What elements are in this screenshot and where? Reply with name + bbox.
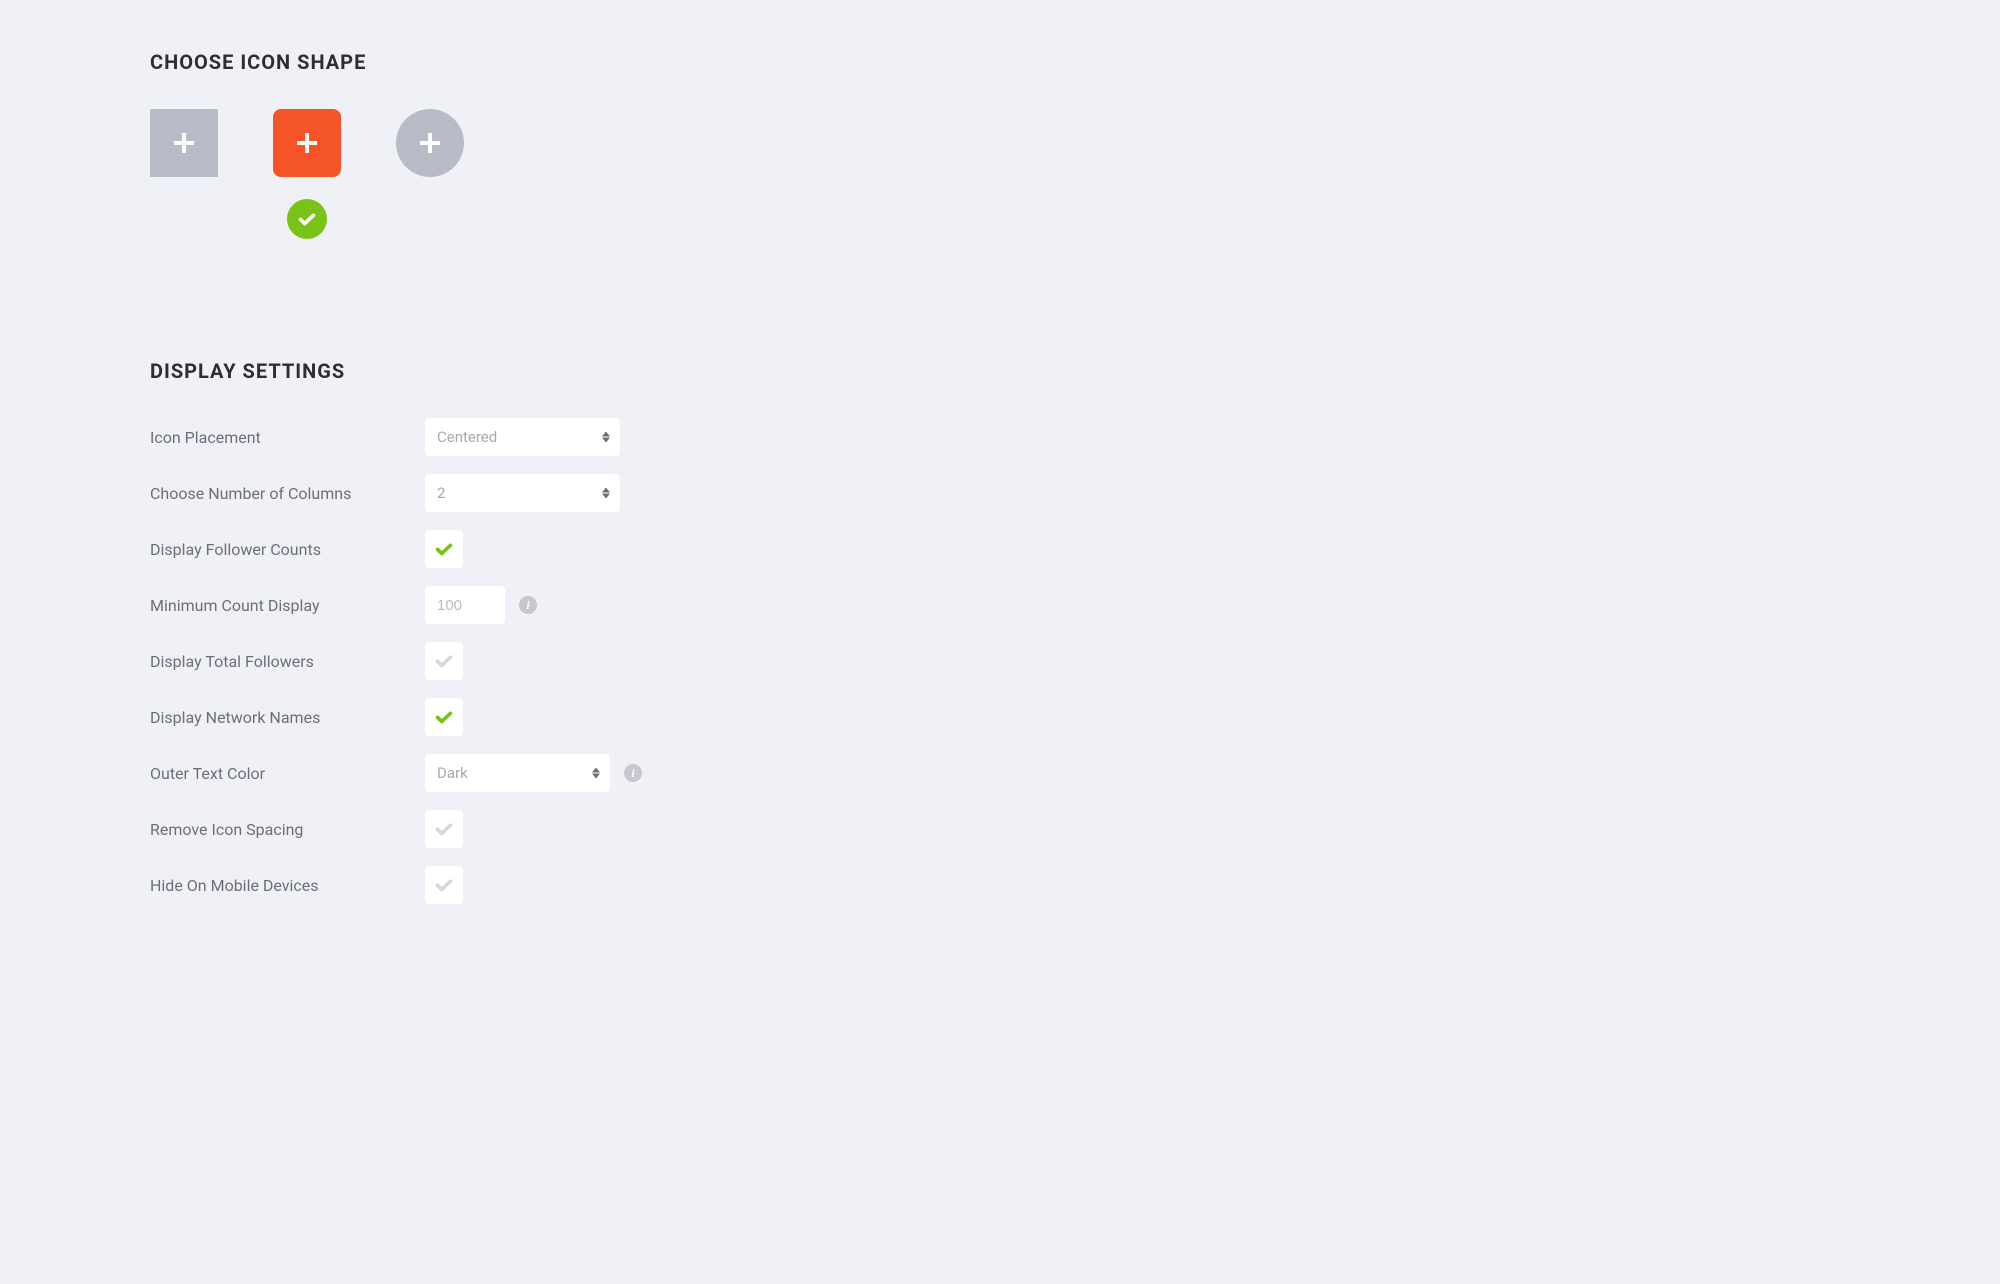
shape-option-square[interactable] — [150, 109, 218, 177]
input-min-count[interactable] — [425, 586, 505, 624]
row-min-count: Minimum Count Display i — [150, 586, 1850, 624]
select-icon-placement[interactable]: Centered — [425, 418, 620, 456]
label-outer-text-color: Outer Text Color — [150, 764, 425, 783]
chevron-up-down-icon — [602, 488, 610, 499]
row-outer-text-color: Outer Text Color Dark i — [150, 754, 1850, 792]
row-total-followers: Display Total Followers — [150, 642, 1850, 680]
label-min-count: Minimum Count Display — [150, 596, 425, 615]
label-icon-placement: Icon Placement — [150, 428, 425, 447]
label-hide-mobile: Hide On Mobile Devices — [150, 876, 425, 895]
select-icon-placement-value: Centered — [437, 428, 497, 446]
row-network-names: Display Network Names — [150, 698, 1850, 736]
checkbox-total-followers[interactable] — [425, 642, 463, 680]
plus-icon — [420, 133, 440, 153]
checkbox-follower-counts[interactable] — [425, 530, 463, 568]
display-settings-title: DISPLAY SETTINGS — [150, 359, 1850, 383]
label-follower-counts: Display Follower Counts — [150, 540, 425, 559]
label-remove-spacing: Remove Icon Spacing — [150, 820, 425, 839]
row-num-columns: Choose Number of Columns 2 — [150, 474, 1850, 512]
checkbox-network-names[interactable] — [425, 698, 463, 736]
choose-icon-shape-title: CHOOSE ICON SHAPE — [150, 50, 1850, 74]
selected-badge — [287, 199, 327, 239]
label-num-columns: Choose Number of Columns — [150, 484, 425, 503]
shape-options-row — [150, 109, 1850, 239]
label-network-names: Display Network Names — [150, 708, 425, 727]
info-icon[interactable]: i — [519, 596, 537, 614]
select-outer-text-color[interactable]: Dark — [425, 754, 610, 792]
display-settings-section: DISPLAY SETTINGS Icon Placement Centered… — [150, 359, 1850, 904]
checkbox-remove-spacing[interactable] — [425, 810, 463, 848]
chevron-up-down-icon — [592, 768, 600, 779]
select-outer-text-color-value: Dark — [437, 764, 468, 782]
row-icon-placement: Icon Placement Centered — [150, 418, 1850, 456]
select-num-columns[interactable]: 2 — [425, 474, 620, 512]
plus-icon — [174, 133, 194, 153]
label-total-followers: Display Total Followers — [150, 652, 425, 671]
checkbox-hide-mobile[interactable] — [425, 866, 463, 904]
check-icon — [433, 874, 455, 896]
check-icon — [296, 208, 318, 230]
row-follower-counts: Display Follower Counts — [150, 530, 1850, 568]
check-icon — [433, 706, 455, 728]
row-remove-spacing: Remove Icon Spacing — [150, 810, 1850, 848]
shape-option-rounded[interactable] — [273, 109, 341, 177]
check-icon — [433, 538, 455, 560]
check-icon — [433, 650, 455, 672]
choose-icon-shape-section: CHOOSE ICON SHAPE — [150, 50, 1850, 239]
shape-option-circle-col — [396, 109, 464, 239]
chevron-up-down-icon — [602, 432, 610, 443]
shape-option-rounded-col — [273, 109, 341, 239]
select-num-columns-value: 2 — [437, 484, 445, 502]
plus-icon — [297, 133, 317, 153]
shape-option-circle[interactable] — [396, 109, 464, 177]
check-icon — [433, 818, 455, 840]
shape-option-square-col — [150, 109, 218, 239]
info-icon[interactable]: i — [624, 764, 642, 782]
row-hide-mobile: Hide On Mobile Devices — [150, 866, 1850, 904]
